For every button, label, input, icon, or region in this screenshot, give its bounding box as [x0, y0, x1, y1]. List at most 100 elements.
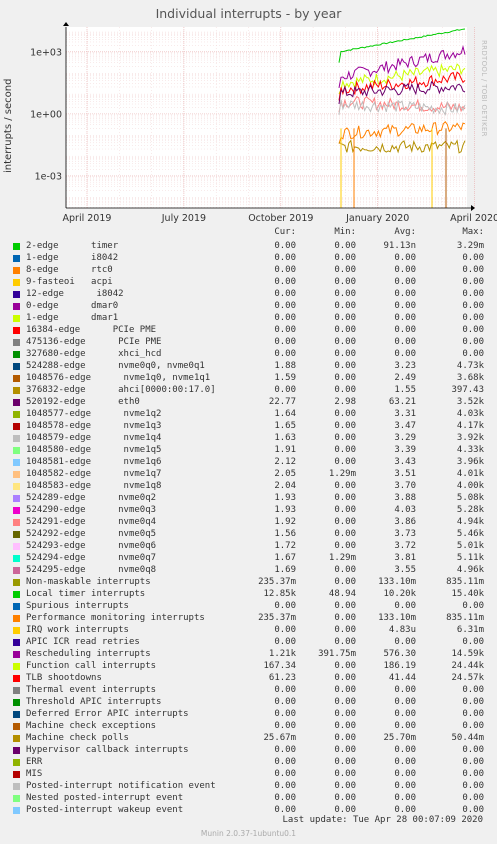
legend-row: 1048582-edge nvme1q7 2.05 1.29m 3.51 4.01k — [0, 468, 497, 480]
avg-value: 576.30 — [383, 649, 416, 659]
legend-row: Deferred Error APIC interrupts 0.00 0.00 0.… — [0, 708, 497, 720]
legend-swatch — [13, 567, 20, 574]
legend-row: 1-edge i8042 0.00 0.00 0.00 0.00 — [0, 252, 497, 264]
legend-row: Thermal event interrupts 0.00 0.00 0.00 0.00 — [0, 684, 497, 696]
legend-swatch — [13, 447, 20, 454]
legend-row: 524293-edge nvme0q6 1.72 0.00 3.72 5.01k — [0, 540, 497, 552]
legend-row: 12-edge i8042 0.00 0.00 0.00 0.00 — [0, 288, 497, 300]
legend-row: 1048583-edge nvme1q8 2.04 0.00 3.70 4.00k — [0, 480, 497, 492]
legend-label: Posted-interrupt notification event — [26, 781, 216, 791]
max-value: 0.00 — [462, 265, 484, 275]
max-value: 5.28k — [456, 505, 484, 515]
legend-label: TLB shootdowns — [26, 673, 102, 683]
legend-swatch — [13, 267, 20, 274]
avg-value: 0.00 — [394, 313, 416, 323]
legend-row: 475136-edge PCIe PME 0.00 0.00 0.00 0.00 — [0, 336, 497, 348]
legend-label: APIC ICR read retries — [26, 637, 140, 647]
avg-value: 3.73 — [394, 529, 416, 539]
legend-label: 1-edge i8042 — [26, 253, 119, 263]
legend-row: 524295-edge nvme0q8 1.69 0.00 3.55 4.96k — [0, 564, 497, 576]
legend-swatch — [13, 723, 20, 730]
avg-value: 0.00 — [394, 349, 416, 359]
legend-row: Local timer interrupts 12.85k 48.94 10.20k 1… — [0, 588, 497, 600]
legend-row: 0-edge dmar0 0.00 0.00 0.00 0.00 — [0, 300, 497, 312]
legend-swatch — [13, 627, 20, 634]
avg-value: 3.51 — [394, 469, 416, 479]
legend-row: 1048579-edge nvme1q4 1.63 0.00 3.29 3.92k — [0, 432, 497, 444]
col-avg: Avg: — [394, 227, 416, 237]
avg-value: 91.13n — [383, 241, 416, 251]
max-value: 50.44m — [451, 733, 484, 743]
avg-value: 0.00 — [394, 289, 416, 299]
avg-value: 3.86 — [394, 517, 416, 527]
legend-swatch — [13, 603, 20, 610]
legend-label: ERR — [26, 757, 43, 767]
avg-value: 3.55 — [394, 565, 416, 575]
legend-row: 524290-edge nvme0q3 1.93 0.00 4.03 5.28k — [0, 504, 497, 516]
legend-swatch — [13, 639, 20, 646]
avg-value: 3.81 — [394, 553, 416, 563]
legend-swatch — [13, 327, 20, 334]
legend-swatch — [13, 687, 20, 694]
max-value: 0.00 — [462, 721, 484, 731]
col-max: Max: — [462, 227, 484, 237]
avg-value: 3.70 — [394, 481, 416, 491]
max-value: 0.00 — [462, 301, 484, 311]
legend-row: Performance monitoring interrupts 235.37m… — [0, 612, 497, 624]
avg-value: 0.00 — [394, 325, 416, 335]
max-value: 5.11k — [456, 553, 484, 563]
max-value: 0.00 — [462, 637, 484, 647]
avg-value: 0.00 — [394, 793, 416, 803]
legend-label: 376832-edge ahci[0000:00:17.0] — [26, 385, 216, 395]
legend-row: ERR 0.00 0.00 0.00 0.00 — [0, 756, 497, 768]
avg-value: 25.70m — [383, 733, 416, 743]
legend-swatch — [13, 543, 20, 550]
legend-label: 1048581-edge nvme1q6 — [26, 457, 162, 467]
max-value: 5.08k — [456, 493, 484, 503]
max-value: 0.00 — [462, 349, 484, 359]
legend-row: Machine check exceptions 0.00 0.00 0.00 0.00 — [0, 720, 497, 732]
legend-swatch — [13, 771, 20, 778]
legend-swatch — [13, 531, 20, 538]
legend-label: 520192-edge eth0 — [26, 397, 140, 407]
max-value: 24.57k — [451, 673, 484, 683]
legend-label: MIS — [26, 769, 43, 779]
legend-swatch — [13, 471, 20, 478]
legend-swatch — [13, 255, 20, 262]
legend-row: 1048578-edge nvme1q3 1.65 0.00 3.47 4.17k — [0, 420, 497, 432]
legend-label: Spurious interrupts — [26, 601, 129, 611]
legend-swatch — [13, 375, 20, 382]
legend-swatch — [13, 519, 20, 526]
max-value: 3.52k — [456, 397, 484, 407]
max-value: 0.00 — [462, 769, 484, 779]
legend-label: 524294-edge nvme0q7 — [26, 553, 157, 563]
legend-swatch — [13, 483, 20, 490]
legend-label: 0-edge dmar0 — [26, 301, 119, 311]
legend-label: Posted-interrupt wakeup event — [26, 805, 184, 815]
legend-swatch — [13, 795, 20, 802]
x-axis-ticks: April 2019 July 2019 October 2019 January 2… — [63, 213, 497, 224]
legend-swatch — [13, 411, 20, 418]
x-tick-label: April 2020 — [450, 213, 497, 224]
legend-swatch — [13, 807, 20, 814]
max-value: 4.94k — [456, 517, 484, 527]
legend-label: Deferred Error APIC interrupts — [26, 709, 189, 719]
legend-swatch — [13, 495, 20, 502]
legend-swatch — [13, 735, 20, 742]
legend-label: 1048580-edge nvme1q5 — [26, 445, 162, 455]
legend-label: Hypervisor callback interrupts — [26, 745, 189, 755]
legend-swatch — [13, 711, 20, 718]
legend-label: 1048578-edge nvme1q3 — [26, 421, 162, 431]
legend-swatch — [13, 435, 20, 442]
max-value: 4.00k — [456, 481, 484, 491]
legend-label: 1048579-edge nvme1q4 — [26, 433, 162, 443]
y-tick-label: 1e+03 — [30, 47, 62, 58]
legend-label: 8-edge rtc0 — [26, 265, 113, 275]
avg-value: 3.23 — [394, 361, 416, 371]
y-axis-ticks: 1e+03 1e+00 1e-03 — [30, 47, 62, 182]
legend-swatch — [13, 243, 20, 250]
legend-row: 327680-edge xhci_hcd 0.00 0.00 0.00 0.00 — [0, 348, 497, 360]
avg-value: 10.20k — [383, 589, 416, 599]
legend-label: Machine check polls — [26, 733, 129, 743]
avg-value: 0.00 — [394, 769, 416, 779]
